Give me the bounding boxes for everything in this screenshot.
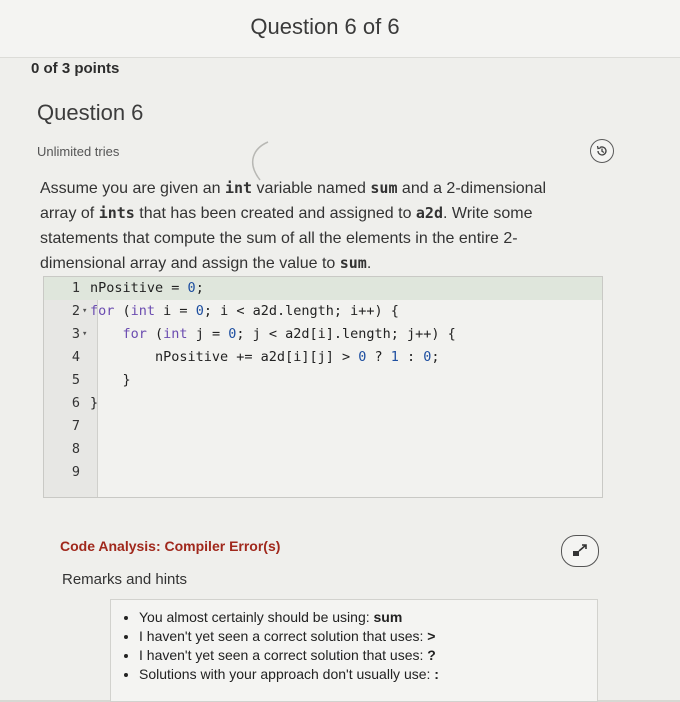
code-text[interactable]: nPositive += a2d[i][j] > 0 ? 1 : 0;	[90, 346, 440, 369]
code-editor[interactable]: 1 nPositive = 0; 2 ▾ for (int i = 0; i < a2d…	[43, 276, 603, 498]
question-prompt: Assume you are given an int variable nam…	[40, 179, 547, 272]
code-analysis-status: Code Analysis: Compiler Error(s)	[60, 538, 281, 554]
page-title: Question 6 of 6	[250, 14, 400, 39]
hint-item: I haven't yet seen a correct solution th…	[139, 627, 597, 646]
code-line[interactable]: 7	[44, 415, 602, 438]
line-number: 7	[71, 418, 80, 434]
score-text: 0 of 3 points	[31, 60, 120, 77]
line-number: 9	[71, 464, 80, 480]
code-text[interactable]: nPositive = 0;	[90, 277, 204, 300]
hint-item: Solutions with your approach don't usual…	[139, 665, 597, 684]
hints-box: You almost certainly should be using: su…	[110, 599, 598, 702]
question-panel: 0 of 3 points Question 6 Unlimited tries…	[0, 58, 680, 702]
code-line[interactable]: 5 }	[44, 369, 602, 392]
code-line[interactable]: 4 nPositive += a2d[i][j] > 0 ? 1 : 0;	[44, 346, 602, 369]
remarks-heading: Remarks and hints	[62, 571, 188, 588]
line-number: 8	[71, 441, 80, 457]
hints-list: You almost certainly should be using: su…	[111, 608, 597, 684]
hint-item: You almost certainly should be using: su…	[139, 608, 597, 627]
history-icon	[596, 145, 607, 156]
code-text[interactable]: for (int i = 0; i < a2d.length; i++) {	[90, 300, 399, 323]
expand-button[interactable]	[561, 535, 599, 567]
line-number: 6	[71, 395, 80, 411]
code-line[interactable]: 1 nPositive = 0;	[44, 277, 602, 300]
line-number: 4	[71, 349, 80, 365]
line-number: 5	[71, 372, 80, 388]
line-number: 1	[71, 280, 80, 296]
code-line[interactable]: 2 ▾ for (int i = 0; i < a2d.length; i++) {	[44, 300, 602, 323]
top-bar: Question 6 of 6	[0, 0, 680, 58]
code-text[interactable]: for (int j = 0; j < a2d[i].length; j++) …	[90, 323, 456, 346]
code-text[interactable]: }	[90, 392, 98, 415]
code-text[interactable]: }	[90, 369, 131, 392]
question-heading: Question 6	[37, 100, 144, 125]
code-line[interactable]: 9	[44, 461, 602, 484]
tries-label: Unlimited tries	[37, 144, 120, 159]
code-line[interactable]: 6}	[44, 392, 602, 415]
code-line[interactable]: 3 ▾ for (int j = 0; j < a2d[i].length; j+…	[44, 323, 602, 346]
hint-item: I haven't yet seen a correct solution th…	[139, 646, 597, 665]
expand-icon	[573, 544, 587, 556]
line-number: 2	[71, 303, 80, 319]
code-line[interactable]: 8	[44, 438, 602, 461]
history-button[interactable]	[590, 139, 614, 163]
line-number: 3	[71, 326, 80, 342]
